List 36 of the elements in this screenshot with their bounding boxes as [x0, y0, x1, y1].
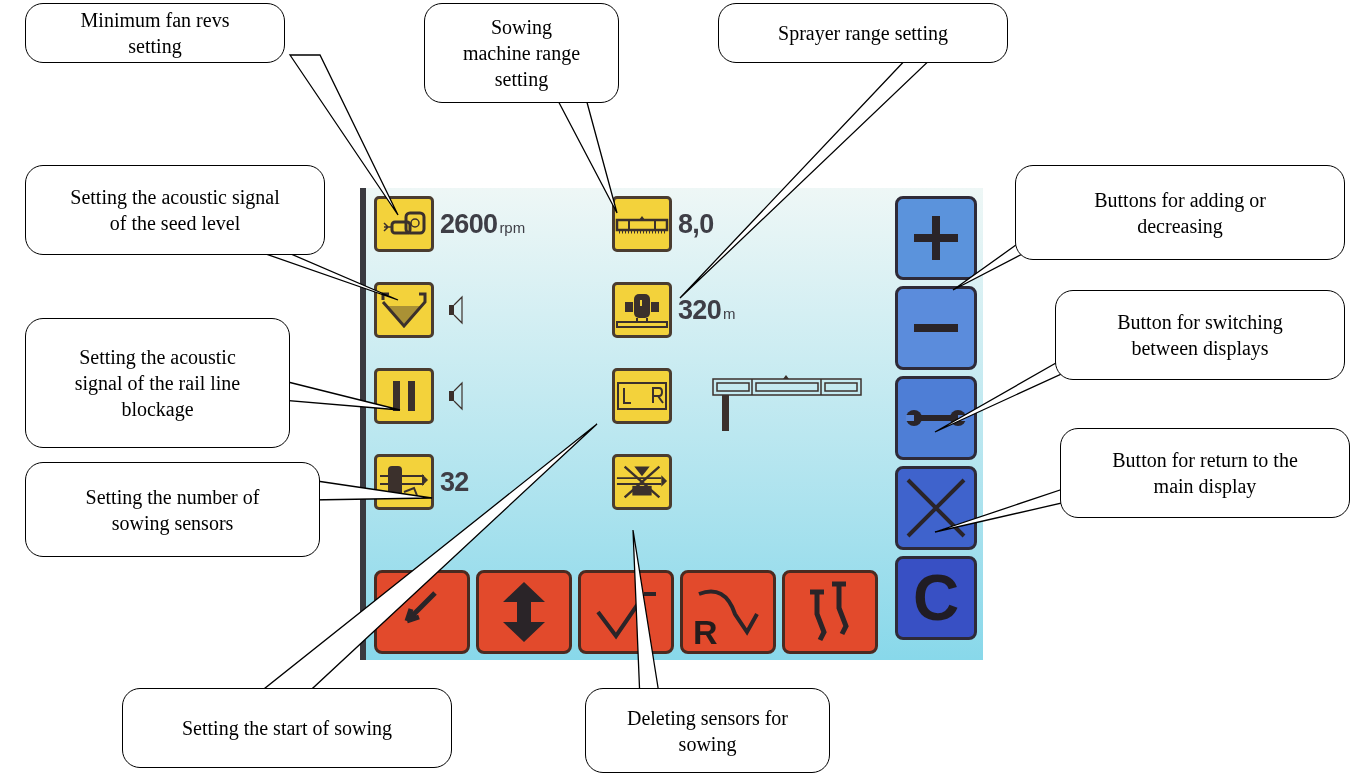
- button-letter: R: [693, 615, 718, 649]
- callout-label: Setting the acoustic signal of the rail line blockage: [25, 318, 290, 448]
- close-icon: [904, 476, 968, 540]
- plus-icon: [911, 213, 961, 263]
- settings-button[interactable]: [612, 368, 672, 424]
- minus-button[interactable]: [895, 286, 977, 370]
- reading-value: 32: [440, 465, 469, 499]
- plus-button[interactable]: [895, 196, 977, 280]
- settings-button[interactable]: [374, 282, 434, 338]
- callout-label: Minimum fan revs setting: [25, 3, 285, 63]
- speaker-icon: [448, 295, 464, 325]
- reading-unit: rpm: [499, 217, 526, 238]
- hopper-icon: [379, 290, 429, 330]
- callout-label: Setting the start of sowing: [122, 688, 452, 768]
- settings-button[interactable]: [374, 196, 434, 252]
- callout-label: Buttons for adding or decreasing: [1015, 165, 1345, 260]
- callout-label: Button for return to the main display: [1060, 428, 1350, 518]
- callout-label: Sprayer range setting: [718, 3, 1008, 63]
- callout-label: Deleting sensors for sowing: [585, 688, 830, 773]
- close-button[interactable]: [895, 466, 977, 550]
- speaker-icon: [448, 381, 464, 411]
- reading-value: 8,0: [678, 207, 714, 241]
- callout-label: Button for switching between displays: [1055, 290, 1345, 380]
- up-down-arrow-icon: [501, 580, 547, 644]
- clear-button[interactable]: C: [895, 556, 977, 640]
- callout-label: Setting the number of sowing sensors: [25, 462, 320, 557]
- reading-unit: m: [723, 303, 736, 324]
- reading-value: 2600: [440, 207, 498, 241]
- settings-button[interactable]: [374, 368, 434, 424]
- reading-value: 320: [678, 293, 722, 327]
- left-right-icon: [616, 379, 668, 413]
- settings-button[interactable]: [612, 454, 672, 510]
- minus-icon: [911, 322, 961, 334]
- settings-button[interactable]: [612, 282, 672, 338]
- settings-button[interactable]: [612, 196, 672, 252]
- function-button[interactable]: R: [680, 570, 776, 654]
